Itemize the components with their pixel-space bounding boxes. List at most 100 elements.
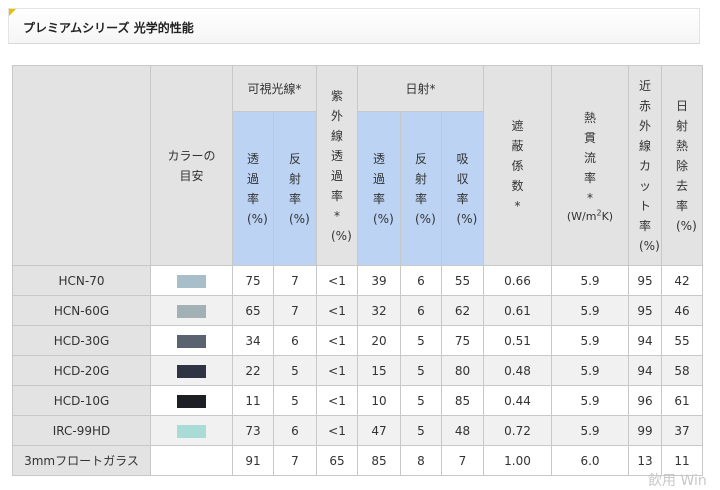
section-header: プレミアムシリーズ 光学的性能	[8, 8, 700, 44]
watermark-text: 飲用 Win	[648, 473, 707, 489]
cell-visible-reflectance: 5	[273, 355, 317, 386]
corner-accent	[9, 9, 16, 16]
header-product	[12, 65, 151, 266]
cell-near-ir-cut: 94	[628, 355, 662, 386]
cell-solar-heat-rejection: 58	[661, 355, 703, 386]
product-name: IRC-99HD	[12, 415, 151, 446]
header-visible-transmittance: 透過率(%)	[232, 111, 274, 266]
cell-solar-absorptance: 75	[441, 325, 484, 356]
cell-solar-heat-rejection: 37	[661, 415, 703, 446]
cell-visible-transmittance: 75	[232, 265, 274, 296]
header-solar-reflectance: 反射率(%)	[400, 111, 442, 266]
cell-solar-transmittance: 32	[357, 295, 401, 326]
cell-solar-heat-rejection: 61	[661, 385, 703, 416]
color-swatch-cell	[150, 325, 233, 356]
cell-visible-transmittance: 11	[232, 385, 274, 416]
cell-visible-reflectance: 7	[273, 295, 317, 326]
cell-solar-transmittance: 47	[357, 415, 401, 446]
cell-heat-transfer: 5.9	[551, 385, 629, 416]
cell-solar-heat-rejection: 55	[661, 325, 703, 356]
header-near-ir-cut: 近赤外線カット率(%)	[628, 65, 662, 266]
section-title: プレミアムシリーズ 光学的性能	[23, 21, 194, 35]
cell-near-ir-cut: 99	[628, 415, 662, 446]
cell-near-ir-cut: 95	[628, 265, 662, 296]
cell-visible-reflectance: 6	[273, 325, 317, 356]
header-visible-light: 可視光線*	[232, 65, 317, 112]
cell-solar-reflectance: 5	[400, 355, 442, 386]
color-swatch	[177, 394, 206, 408]
cell-visible-reflectance: 7	[273, 265, 317, 296]
cell-shading-coefficient: 0.51	[483, 325, 552, 356]
cell-shading-coefficient: 1.00	[483, 445, 552, 476]
header-color-guide: カラーの目安	[150, 65, 233, 266]
table-row: 3mmフロートガラス 91 7 65 85 8 7 1.00 6.0 13 11	[12, 445, 703, 476]
table-row: IRC-99HD 73 6 <1 47 5 48 0.72 5.9 99 37	[12, 415, 703, 446]
cell-visible-transmittance: 65	[232, 295, 274, 326]
cell-solar-heat-rejection: 42	[661, 265, 703, 296]
color-swatch-cell	[150, 415, 233, 446]
product-name: HCD-30G	[12, 325, 151, 356]
color-swatch-cell	[150, 295, 233, 326]
header-solar-heat-rejection: 日射熱除去率(%)	[661, 65, 703, 266]
cell-visible-reflectance: 5	[273, 385, 317, 416]
cell-solar-absorptance: 55	[441, 265, 484, 296]
color-swatch	[177, 364, 206, 378]
color-swatch-cell	[150, 355, 233, 386]
cell-solar-transmittance: 20	[357, 325, 401, 356]
color-swatch	[177, 274, 206, 288]
product-name: 3mmフロートガラス	[12, 445, 151, 476]
cell-solar-absorptance: 62	[441, 295, 484, 326]
table-row: HCD-20G 22 5 <1 15 5 80 0.48 5.9 94 58	[12, 355, 703, 386]
header-uv-transmittance: 紫外線透過率*(%)	[316, 65, 358, 266]
cell-shading-coefficient: 0.48	[483, 355, 552, 386]
cell-solar-reflectance: 6	[400, 295, 442, 326]
cell-visible-transmittance: 91	[232, 445, 274, 476]
cell-solar-absorptance: 85	[441, 385, 484, 416]
header-heat-transfer: 熱貫流率* (W/m2K)	[551, 65, 629, 266]
color-swatch	[177, 424, 206, 438]
cell-solar-reflectance: 6	[400, 265, 442, 296]
cell-shading-coefficient: 0.61	[483, 295, 552, 326]
cell-uv: <1	[316, 355, 358, 386]
cell-uv: <1	[316, 325, 358, 356]
cell-solar-reflectance: 5	[400, 415, 442, 446]
table-row: HCN-60G 65 7 <1 32 6 62 0.61 5.9 95 46	[12, 295, 703, 326]
cell-visible-transmittance: 34	[232, 325, 274, 356]
optical-performance-table: カラーの目安 可視光線* 紫外線透過率*(%) 日射* 遮蔽係数* 熱貫流率* …	[12, 65, 703, 476]
table-row: HCD-10G 11 5 <1 10 5 85 0.44 5.9 96 61	[12, 385, 703, 416]
cell-heat-transfer: 5.9	[551, 265, 629, 296]
cell-heat-transfer: 5.9	[551, 325, 629, 356]
cell-uv: 65	[316, 445, 358, 476]
color-swatch-cell	[150, 265, 233, 296]
cell-solar-reflectance: 8	[400, 445, 442, 476]
cell-solar-reflectance: 5	[400, 325, 442, 356]
cell-solar-transmittance: 15	[357, 355, 401, 386]
cell-heat-transfer: 6.0	[551, 445, 629, 476]
header-shading-coefficient: 遮蔽係数*	[483, 65, 552, 266]
product-name: HCD-10G	[12, 385, 151, 416]
table-row: HCD-30G 34 6 <1 20 5 75 0.51 5.9 94 55	[12, 325, 703, 356]
header-visible-reflectance: 反射率(%)	[273, 111, 317, 266]
cell-near-ir-cut: 96	[628, 385, 662, 416]
cell-uv: <1	[316, 385, 358, 416]
color-swatch-cell	[150, 445, 233, 476]
cell-solar-absorptance: 48	[441, 415, 484, 446]
header-solar-transmittance: 透過率(%)	[357, 111, 401, 266]
cell-uv: <1	[316, 295, 358, 326]
cell-shading-coefficient: 0.44	[483, 385, 552, 416]
cell-solar-transmittance: 85	[357, 445, 401, 476]
color-swatch-cell	[150, 385, 233, 416]
cell-solar-absorptance: 80	[441, 355, 484, 386]
color-swatch	[177, 304, 206, 318]
product-name: HCN-60G	[12, 295, 151, 326]
header-solar-absorptance: 吸収率(%)	[441, 111, 484, 266]
color-swatch	[177, 334, 206, 348]
cell-shading-coefficient: 0.66	[483, 265, 552, 296]
cell-visible-transmittance: 22	[232, 355, 274, 386]
cell-near-ir-cut: 94	[628, 325, 662, 356]
cell-heat-transfer: 5.9	[551, 415, 629, 446]
header-solar: 日射*	[357, 65, 484, 112]
cell-solar-transmittance: 39	[357, 265, 401, 296]
product-name: HCD-20G	[12, 355, 151, 386]
table-row: HCN-70 75 7 <1 39 6 55 0.66 5.9 95 42	[12, 265, 703, 296]
